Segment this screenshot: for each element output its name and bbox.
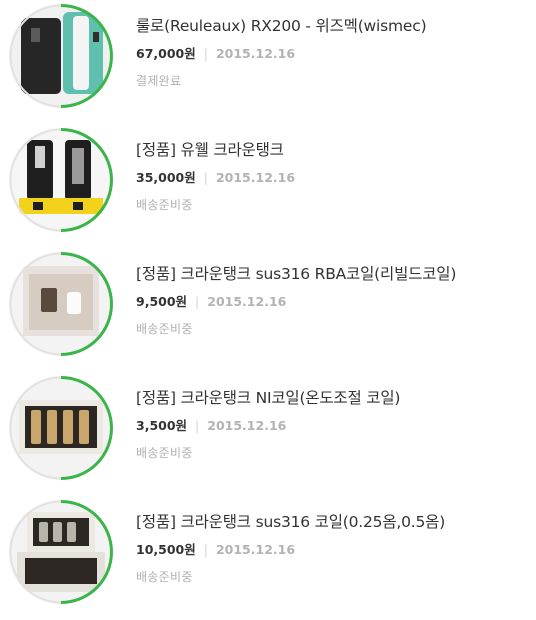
order-item[interactable]: [정품] 유웰 크라운탱크 35,000원 | 2015.12.16 배송준비중 xyxy=(0,124,536,248)
order-meta: 10,500원 | 2015.12.16 xyxy=(136,539,295,558)
order-item[interactable]: [정품] 크라운탱크 sus316 코일(0.25옴,0.5옴) 10,500원… xyxy=(0,496,536,620)
price: 67,000원 xyxy=(136,46,196,61)
order-meta: 67,000원 | 2015.12.16 xyxy=(136,43,295,62)
order-status: 결제완료 xyxy=(136,74,182,88)
product-title[interactable]: [정품] 유웰 크라운탱크 xyxy=(136,138,284,160)
separator: | xyxy=(203,46,208,61)
progress-ring xyxy=(9,376,113,480)
order-date: 2015.12.16 xyxy=(207,294,287,309)
order-item[interactable]: 룰로(Reuleaux) RX200 - 위즈멕(wismec) 67,000원… xyxy=(0,0,536,124)
order-date: 2015.12.16 xyxy=(207,418,287,433)
order-date: 2015.12.16 xyxy=(215,46,296,61)
order-item[interactable]: [정품] 크라운탱크 sus316 RBA코일(리빌드코일) 9,500원 | 20… xyxy=(0,248,536,372)
progress-ring xyxy=(9,128,113,232)
order-meta: 3,500원 | 2015.12.16 xyxy=(136,415,286,434)
separator: | xyxy=(195,294,200,309)
product-title[interactable]: [정품] 크라운탱크 sus316 RBA코일(리빌드코일) xyxy=(136,262,456,284)
order-list: 룰로(Reuleaux) RX200 - 위즈멕(wismec) 67,000원… xyxy=(0,0,536,604)
separator: | xyxy=(203,170,208,185)
product-title[interactable]: [정품] 크라운탱크 sus316 코일(0.25옴,0.5옴) xyxy=(136,510,445,532)
progress-ring xyxy=(9,252,113,356)
separator: | xyxy=(195,418,200,433)
price: 10,500원 xyxy=(136,542,196,557)
order-status: 배송준비중 xyxy=(136,198,193,212)
order-date: 2015.12.16 xyxy=(215,170,296,185)
separator: | xyxy=(203,542,208,557)
order-date: 2015.12.16 xyxy=(215,542,296,557)
price: 3,500원 xyxy=(136,418,188,433)
order-meta: 35,000원 | 2015.12.16 xyxy=(136,167,295,186)
product-title[interactable]: 룰로(Reuleaux) RX200 - 위즈멕(wismec) xyxy=(136,14,427,36)
progress-ring xyxy=(9,4,113,108)
order-status: 배송준비중 xyxy=(136,322,193,336)
order-status: 배송준비중 xyxy=(136,446,193,460)
product-title[interactable]: [정품] 크라운탱크 NI코일(온도조절 코일) xyxy=(136,386,400,408)
order-meta: 9,500원 | 2015.12.16 xyxy=(136,291,286,310)
progress-ring xyxy=(9,500,113,604)
price: 35,000원 xyxy=(136,170,196,185)
order-item[interactable]: [정품] 크라운탱크 NI코일(온도조절 코일) 3,500원 | 2015.12.… xyxy=(0,372,536,496)
price: 9,500원 xyxy=(136,294,188,309)
